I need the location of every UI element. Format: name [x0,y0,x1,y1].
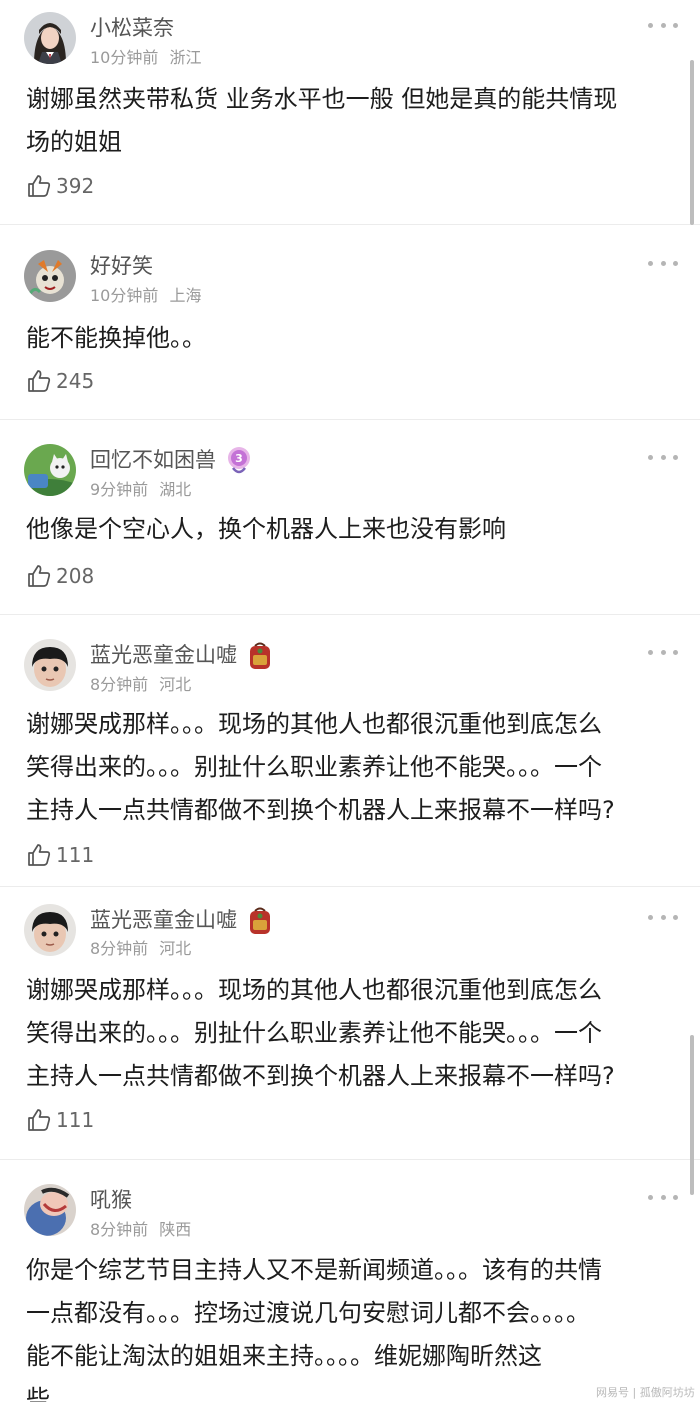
comment-time: 8分钟前 [90,939,149,958]
backpack-badge-icon [247,641,273,671]
user-avatar-child-icon[interactable] [24,639,76,691]
user-avatar-child-icon[interactable] [24,904,76,956]
more-options-icon[interactable] [648,647,678,657]
comment-location: 河北 [159,939,192,958]
like-button[interactable]: 245 [26,367,94,395]
comment-item: 回忆不如困兽 3 9分钟前 湖北 他像是个空心人，换个机器人上来也没有影响 20… [0,420,700,615]
backpack-badge-icon [247,906,273,936]
comment-location: 湖北 [159,480,192,499]
username[interactable]: 小松菜奈 [90,12,174,42]
comment-location: 河北 [159,675,192,694]
like-count: 245 [56,369,95,393]
username[interactable]: 蓝光恶童金山嘘 [90,639,273,671]
like-button[interactable]: 111 [26,841,94,869]
username-text: 蓝光恶童金山嘘 [90,643,237,667]
thumbs-up-icon [28,844,51,866]
comment-item: 小松菜奈 10分钟前 浙江 谢娜虽然夹带私货 业务水平也一般 但她是真的能共情现… [0,0,700,225]
comment-meta: 9分钟前 湖北 [90,476,191,500]
comment-line: 他像是个空心人，换个机器人上来也没有影响 [26,515,506,543]
comment-line: 场的姐姐 [26,128,122,156]
scrollbar-thumb[interactable] [690,60,694,225]
more-options-icon[interactable] [648,258,678,268]
username-text: 蓝光恶童金山嘘 [90,908,237,932]
comment-time: 10分钟前 [90,286,159,305]
watermark: 网易号 | 孤傲阿坊坊 [596,1386,695,1399]
more-options-icon[interactable] [648,1192,678,1202]
username[interactable]: 吼猴 [90,1184,132,1214]
comment-text: 他像是个空心人，换个机器人上来也没有影响 [26,508,676,551]
comment-line: 主持人一点共情都做不到换个机器人上来报幕不一样吗? [26,796,615,824]
comment-text: 你是个综艺节目主持人又不是新闻频道。。。该有的共情 一点都没有。。。控场过渡说几… [26,1249,676,1402]
like-count: 392 [56,174,95,198]
comment-line: 谢娜哭成那样。。。现场的其他人也都很沉重他到底怎么 [26,976,602,1004]
like-button[interactable]: 208 [26,562,94,590]
comment-item: 蓝光恶童金山嘘 8分钟前 河北 谢娜哭成那样。。。现场的其他人也都很沉重他到底怎… [0,887,700,1160]
thumbs-up-icon [28,370,51,392]
comment-time: 8分钟前 [90,675,149,694]
comment-line: 谢娜哭成那样。。。现场的其他人也都很沉重他到底怎么 [26,710,602,738]
username-text: 回忆不如困兽 [90,448,216,472]
comment-line: 能不能换掉他。。 [26,324,206,352]
username[interactable]: 蓝光恶童金山嘘 [90,904,273,936]
comment-location: 上海 [169,286,202,305]
comment-line: 笑得出来的。。。别扯什么职业素养让他不能哭。。。一个 [26,753,602,781]
comment-line: 笑得出来的。。。别扯什么职业素养让他不能哭。。。一个 [26,1019,602,1047]
comment-line: 你是个综艺节目主持人又不是新闻频道。。。该有的共情 [26,1256,602,1284]
like-count: 111 [56,843,95,867]
comment-meta: 8分钟前 陕西 [90,1216,191,1240]
comment-location: 陕西 [159,1220,192,1239]
comment-meta: 8分钟前 河北 [90,935,191,959]
comment-meta: 10分钟前 浙江 [90,44,201,68]
more-options-icon[interactable] [648,452,678,462]
comment-text: 谢娜虽然夹带私货 业务水平也一般 但她是真的能共情现 场的姐姐 [26,78,676,164]
comment-time: 10分钟前 [90,48,159,67]
comment-text: 谢娜哭成那样。。。现场的其他人也都很沉重他到底怎么 笑得出来的。。。别扯什么职业… [26,969,676,1098]
username[interactable]: 回忆不如困兽 3 [90,444,252,476]
svg-text:3: 3 [235,452,243,465]
like-button[interactable]: 111 [26,1106,94,1134]
user-avatar-girl-icon[interactable] [24,12,76,64]
more-options-icon[interactable] [648,912,678,922]
like-count: 208 [56,564,95,588]
comment-meta: 10分钟前 上海 [90,282,201,306]
like-count: 111 [56,1108,95,1132]
level-3-badge-icon: 3 [226,446,252,476]
comment-text: 能不能换掉他。。 [26,317,676,360]
thumbs-up-icon [28,565,51,587]
comment-line: 些 [26,1385,50,1402]
comment-time: 8分钟前 [90,1220,149,1239]
comment-item: 好好笑 10分钟前 上海 能不能换掉他。。 245 [0,225,700,420]
thumbs-up-icon [28,175,51,197]
comment-line: 一点都没有。。。控场过渡说几句安慰词儿都不会。。。。 [26,1299,590,1327]
user-avatar-photo-icon[interactable] [24,1184,76,1236]
comment-item: 蓝光恶童金山嘘 8分钟前 河北 谢娜哭成那样。。。现场的其他人也都很沉重他到底怎… [0,615,700,887]
comment-item: 吼猴 8分钟前 陕西 你是个综艺节目主持人又不是新闻频道。。。该有的共情 一点都… [0,1160,700,1402]
more-options-icon[interactable] [648,20,678,30]
comment-line: 谢娜虽然夹带私货 业务水平也一般 但她是真的能共情现 [26,85,618,113]
user-avatar-cartoon-cat-icon[interactable] [24,444,76,496]
username[interactable]: 好好笑 [90,250,153,280]
thumbs-up-icon [28,1109,51,1131]
comment-time: 9分钟前 [90,480,149,499]
like-button[interactable]: 392 [26,172,94,200]
comment-line: 主持人一点共情都做不到换个机器人上来报幕不一样吗? [26,1062,615,1090]
comment-meta: 8分钟前 河北 [90,671,191,695]
comment-location: 浙江 [169,48,202,67]
user-avatar-cartoon-icon[interactable] [24,250,76,302]
comment-feed: 小松菜奈 10分钟前 浙江 谢娜虽然夹带私货 业务水平也一般 但她是真的能共情现… [0,0,700,1402]
comment-text: 谢娜哭成那样。。。现场的其他人也都很沉重他到底怎么 笑得出来的。。。别扯什么职业… [26,703,676,832]
scrollbar-thumb[interactable] [690,1035,694,1195]
comment-line: 能不能让淘汰的姐姐来主持。。。。维妮娜陶昕然这 [26,1342,542,1370]
